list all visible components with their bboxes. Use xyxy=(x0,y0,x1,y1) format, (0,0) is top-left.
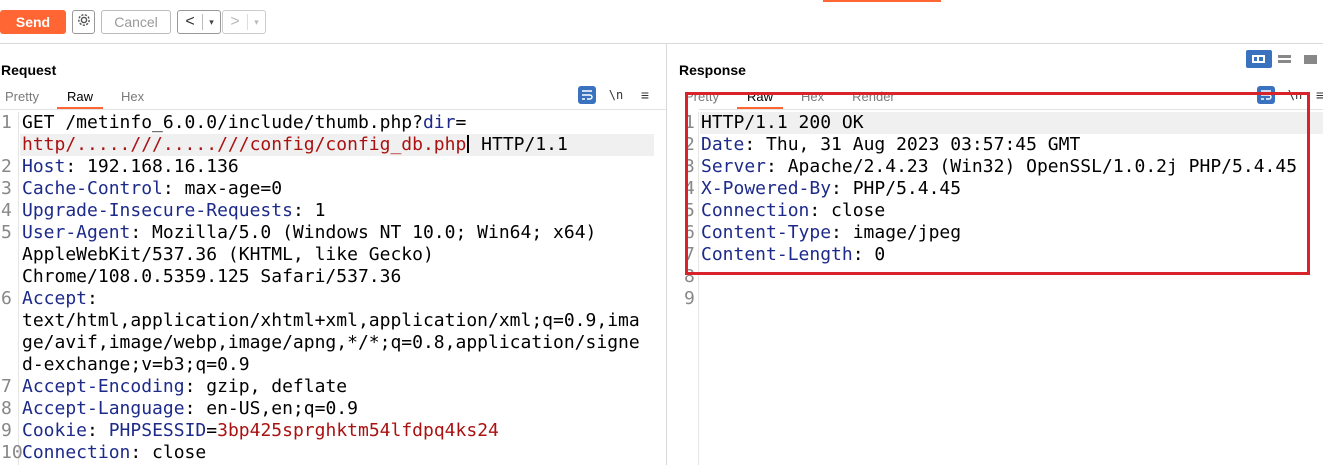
cookie-name: PHPSESSID xyxy=(108,420,207,441)
request-tabs: Pretty Raw Hex xyxy=(0,86,158,109)
header-name: Upgrade-Insecure-Requests xyxy=(22,200,293,221)
columns-icon xyxy=(1252,55,1266,63)
line-number: 6 xyxy=(1,288,12,309)
cookie-equals: = xyxy=(206,420,218,441)
header-value: : max-age=0 xyxy=(162,178,283,199)
header-separator: : xyxy=(87,420,109,441)
gear-icon xyxy=(76,12,92,33)
header-name: Connection xyxy=(22,442,131,463)
header-line: Cookie: PHPSESSID=3bp425sprghktm54lfdpq4… xyxy=(22,420,499,442)
request-show-newlines-button[interactable]: \n xyxy=(607,86,625,104)
tab-request-raw[interactable]: Raw xyxy=(53,86,107,109)
line-number: 7 xyxy=(1,376,12,397)
request-menu-button[interactable]: ≡ xyxy=(636,86,654,104)
header-line: Host: 192.168.16.136 xyxy=(22,156,239,178)
cookie-value: 3bp425sprghktm54lfdpq4ks24 xyxy=(217,420,499,441)
line-number: 5 xyxy=(1,222,12,243)
line-number: 2 xyxy=(1,156,12,177)
line-number: 9 xyxy=(684,288,695,309)
http-version: HTTP/1.1 xyxy=(470,134,568,155)
request-wrap-lines-button[interactable] xyxy=(578,86,596,104)
layout-tabs-button[interactable] xyxy=(1297,50,1323,68)
header-name: User-Agent xyxy=(22,222,131,243)
back-button[interactable]: < ▾ xyxy=(177,10,221,34)
header-value: : Mozilla/5.0 (Windows NT 10.0; Win64; x… xyxy=(130,222,597,243)
header-name: Accept xyxy=(22,288,88,309)
back-history-dropdown[interactable]: ▾ xyxy=(202,14,220,30)
layout-toggle xyxy=(1246,50,1323,68)
header-line: User-Agent: Mozilla/5.0 (Windows NT 10.0… xyxy=(22,222,596,244)
header-value-cont: Chrome/108.0.5359.125 Safari/537.36 xyxy=(22,266,402,287)
header-name: Cookie xyxy=(22,420,88,441)
tab-request-hex[interactable]: Hex xyxy=(107,86,158,108)
request-method-path: GET /metinfo_6.0.0/include/thumb.php? xyxy=(22,112,423,133)
cancel-button[interactable]: Cancel xyxy=(101,10,171,34)
layout-stacked-button[interactable] xyxy=(1272,50,1298,68)
header-line: Accept-Encoding: gzip, deflate xyxy=(22,376,347,398)
header-value: : gzip, deflate xyxy=(184,376,348,397)
active-tab-indicator xyxy=(823,0,941,2)
toolbar: Send Cancel < ▾ > ▾ xyxy=(0,0,1323,44)
header-line: Accept: xyxy=(22,288,98,310)
header-line: Cache-Control: max-age=0 xyxy=(22,178,282,200)
header-line: Upgrade-Insecure-Requests: 1 xyxy=(22,200,325,222)
header-value: : 192.168.16.136 xyxy=(65,156,239,177)
request-line: GET /metinfo_6.0.0/include/thumb.php?dir… xyxy=(22,112,466,134)
line-number: 1 xyxy=(1,112,12,133)
header-value: : close xyxy=(130,442,207,463)
layout-side-by-side-button[interactable] xyxy=(1246,50,1272,68)
header-value-cont: text/html,application/xhtml+xml,applicat… xyxy=(22,310,640,331)
header-name: Cache-Control xyxy=(22,178,163,199)
forward-history-dropdown[interactable]: ▾ xyxy=(247,14,265,30)
rows-icon xyxy=(1278,55,1291,63)
query-param-name: dir xyxy=(422,112,456,133)
pane-divider[interactable] xyxy=(666,44,667,465)
header-value-cont: ge/avif,image/webp,image/apng,*/*;q=0.8,… xyxy=(22,332,640,353)
header-value: : en-US,en;q=0.9 xyxy=(184,398,358,419)
request-line-cont: http/.....///.....///config/config_db.ph… xyxy=(22,134,568,156)
request-editor[interactable]: 1 2 3 4 5 6 7 8 9 10 GET /metinfo_6.0.0/… xyxy=(0,112,666,465)
query-param-value: http/.....///.....///config/config_db.ph… xyxy=(22,134,467,155)
response-title: Response xyxy=(679,62,746,78)
chevron-left-icon: < xyxy=(185,13,195,30)
line-number: 9 xyxy=(1,420,12,441)
single-pane-icon xyxy=(1303,54,1317,64)
request-title: Request xyxy=(1,62,57,78)
header-name: Accept-Encoding xyxy=(22,376,185,397)
header-name: Host xyxy=(22,156,66,177)
request-gutter: 1 2 3 4 5 6 7 8 9 10 xyxy=(0,112,23,465)
chevron-right-icon: > xyxy=(230,13,240,30)
wrap-lines-icon xyxy=(582,90,593,100)
request-tabs-divider xyxy=(0,109,666,110)
query-param-equals: = xyxy=(455,112,467,133)
settings-button[interactable] xyxy=(72,10,95,34)
header-line: Accept-Language: en-US,en;q=0.9 xyxy=(22,398,358,420)
header-value: : 1 xyxy=(292,200,326,221)
header-name: Accept-Language xyxy=(22,398,185,419)
line-number: 4 xyxy=(1,200,12,221)
tab-request-pretty[interactable]: Pretty xyxy=(0,86,53,108)
header-value: : xyxy=(87,288,98,309)
line-number: 8 xyxy=(1,398,12,419)
forward-button[interactable]: > ▾ xyxy=(222,10,266,34)
annotation-highlight-box xyxy=(685,92,1310,275)
line-number: 10 xyxy=(1,442,23,463)
header-value-cont: AppleWebKit/537.36 (KHTML, like Gecko) xyxy=(22,244,434,265)
send-button[interactable]: Send xyxy=(0,10,66,34)
header-value-cont: d-exchange;v=b3;q=0.9 xyxy=(22,354,250,375)
response-menu-button[interactable]: ≡ xyxy=(1315,86,1323,104)
line-number: 3 xyxy=(1,178,12,199)
header-line: Connection: close xyxy=(22,442,206,464)
